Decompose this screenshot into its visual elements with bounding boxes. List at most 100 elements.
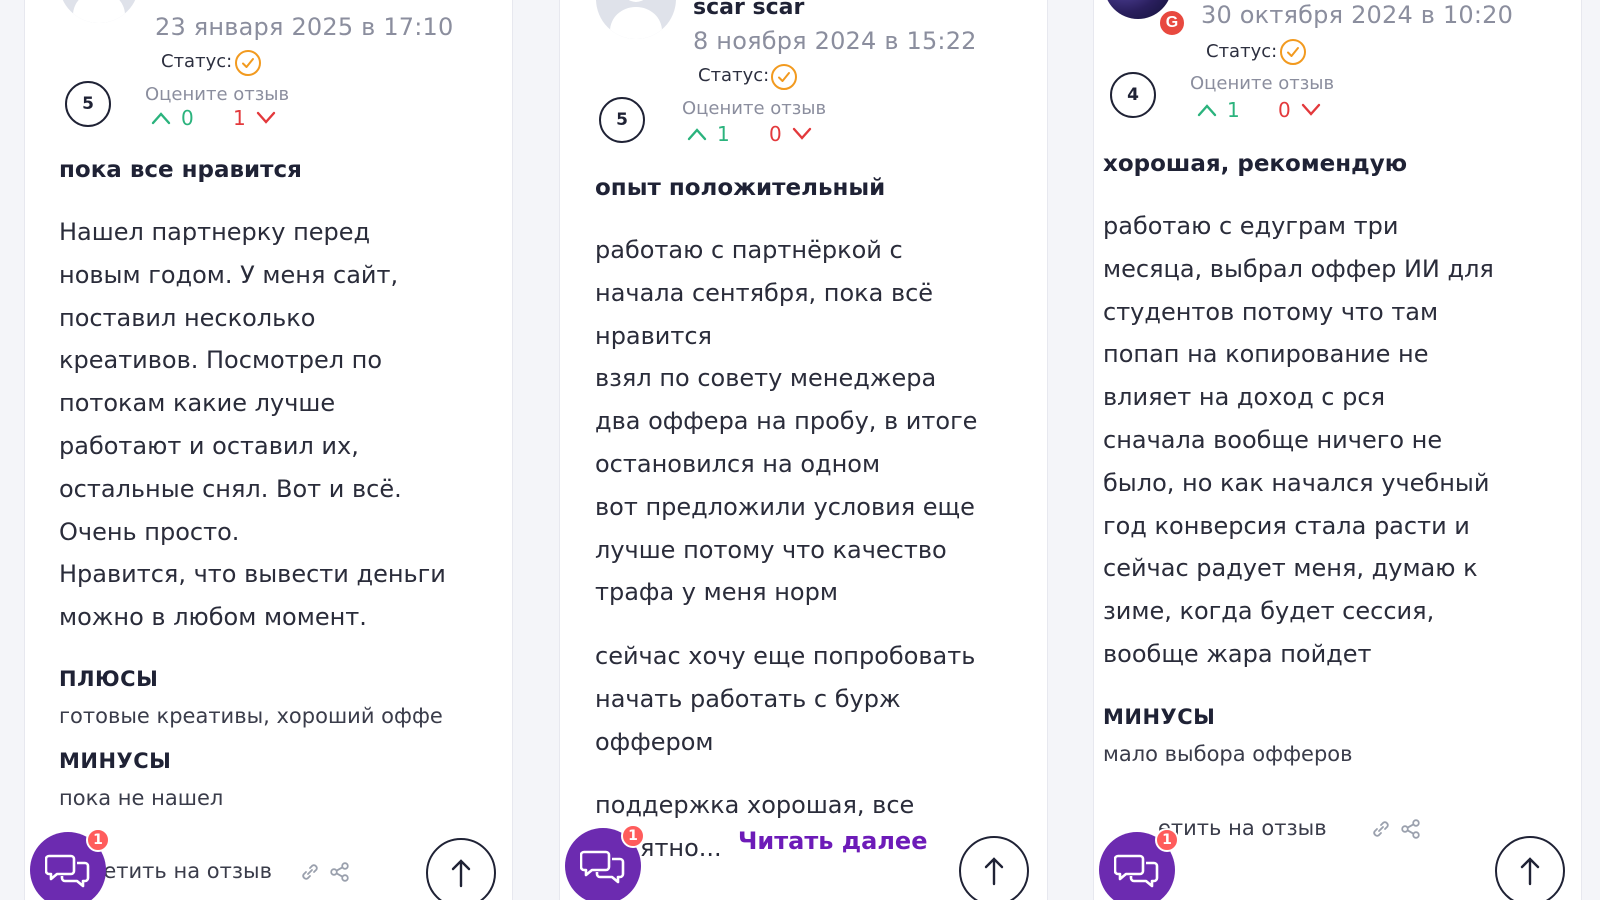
review-card: G 30 октября 2024 в 10:20 Статус: 4 Оцен… [1093,0,1582,900]
scroll-to-top-button[interactable] [959,836,1029,900]
chat-unread-badge: 1 [1155,828,1179,852]
chat-widget-button[interactable]: 1 [30,828,110,900]
chat-icon [1114,854,1159,888]
arrow-up-icon [984,857,1004,886]
cons-text: пока не нашел [59,786,224,810]
rating-circle: 5 [599,97,645,143]
cons-text: мало выбора офферов [1103,742,1353,766]
chat-unread-badge: 1 [621,824,645,848]
share-icons [1370,818,1422,840]
vote-up-count: 0 [181,106,194,130]
chat-icon [45,854,90,888]
vote-up-count: 1 [1227,98,1240,122]
body-line: нравится [595,321,712,350]
body-line: год конверсия стала расти и [1103,511,1470,540]
link-icon[interactable] [299,861,321,883]
vote-down-button[interactable]: 0 [769,122,812,146]
status-check-icon [771,64,797,90]
chat-widget-button[interactable]: 1 [1099,828,1179,900]
vote-down-count: 0 [1278,98,1291,122]
chat-icon [580,850,625,884]
truncated-line: ятно... [640,834,722,862]
arrow-up-icon [1520,857,1540,886]
body-line: влияет на доход с рся [1103,383,1385,412]
chat-widget-button[interactable]: 1 [565,824,645,900]
body-line: Нравится, что вывести деньги [59,560,446,589]
arrow-up-icon [151,112,171,125]
vote-down-count: 1 [233,106,246,130]
avatar-badge: G [1158,9,1186,37]
body-line: работаю с партнёркой с [595,236,903,264]
arrow-down-icon [1301,103,1320,116]
share-icon[interactable] [329,861,351,883]
pros-text: готовые креативы, хороший оффе [59,704,443,728]
status-label: Статус: [161,51,233,72]
arrow-down-icon [256,111,275,124]
reply-link[interactable]: ветить на отзыв [91,859,272,883]
body-line: два оффера на пробу, в итоге [595,407,978,436]
body-line: новым годом. У меня сайт, [59,260,399,289]
body-line: вообще жара пойдет [1103,639,1372,668]
reply-link[interactable]: етить на отзыв [1158,816,1327,840]
status-check-icon [1280,39,1306,65]
rate-review-label: Оцените отзыв [145,84,290,105]
review-card: scar scar 8 ноября 2024 в 15:22 Статус: … [559,0,1048,900]
arrow-up-icon [451,859,471,888]
body-line: вот предложили условия еще [595,492,975,521]
body-line: взял по совету менеджера [595,364,937,393]
body-line: попап на копирование не [1103,340,1429,369]
body-line: было, но как начался учебный [1103,468,1490,497]
vote-up-button[interactable]: 1 [1197,98,1240,122]
scroll-to-top-button[interactable] [1495,836,1565,900]
vote-up-button[interactable]: 1 [687,122,730,146]
read-more-link[interactable]: Читать далее [738,827,927,855]
body-line: поставил несколько [59,303,316,332]
status-label: Статус: [1206,41,1278,62]
rate-review-label: Оцените отзыв [1190,73,1335,94]
review-card: 23 января 2025 в 17:10 Статус: 5 Оцените… [24,0,513,900]
vote-down-button[interactable]: 1 [233,106,276,130]
status-label: Статус: [698,65,770,86]
share-icons [299,861,351,883]
review-body: работаю с партнёркой с начала сентября, … [595,229,1035,614]
review-title: опыт положительный [595,175,886,201]
body-line: остановился на одном [595,449,881,478]
body-line: потокам какие лучше [59,389,336,418]
cons-heading: МИНУСЫ [1103,705,1216,729]
review-body: работаю с едуграм три месяца, выбрал офф… [1103,205,1573,676]
body-line: зиме, когда будет сессия, [1103,597,1435,626]
body-line: начала сентября, пока всё [595,278,934,307]
body-line: сейчас радует меня, думаю к [1103,554,1478,583]
author-name: scar scar [693,0,805,20]
share-icon[interactable] [1400,818,1422,840]
body-line: оффером [595,727,714,756]
review-body-paragraph: поддержка хорошая, все [595,791,915,819]
body-line: студентов потому что там [1103,297,1439,326]
body-line: креативов. Посмотрел по [59,346,383,375]
vote-up-count: 1 [717,122,730,146]
vote-up-button[interactable]: 0 [151,106,194,130]
body-line: лучше потому что качество [595,535,947,564]
body-line: работают и оставил их, [59,431,359,460]
body-line: можно в любом момент. [59,603,367,632]
review-title: пока все нравится [59,157,302,183]
link-icon[interactable] [1370,818,1392,840]
body-line: сейчас хочу еще попробовать [595,642,976,670]
status-check-icon [235,50,261,76]
review-date: 30 октября 2024 в 10:20 [1201,1,1514,29]
body-line: начать работать с бурж [595,684,901,713]
arrow-up-icon [1197,104,1217,117]
rate-review-label: Оцените отзыв [682,98,827,119]
body-line: Очень просто. [59,517,240,546]
vote-down-button[interactable]: 0 [1278,98,1321,122]
body-line: месяца, выбрал оффер ИИ для [1103,254,1494,283]
body-line: работаю с едуграм три [1103,212,1399,240]
review-date: 23 января 2025 в 17:10 [155,13,454,41]
rating-circle: 4 [1110,72,1156,118]
body-line: сначала вообще ничего не [1103,425,1443,454]
review-date: 8 ноября 2024 в 15:22 [693,27,977,55]
arrow-down-icon [792,127,811,140]
body-line: остальные снял. Вот и всё. [59,474,402,503]
scroll-to-top-button[interactable] [426,838,496,900]
review-body-paragraph: сейчас хочу еще попробовать начать работ… [595,635,1035,763]
